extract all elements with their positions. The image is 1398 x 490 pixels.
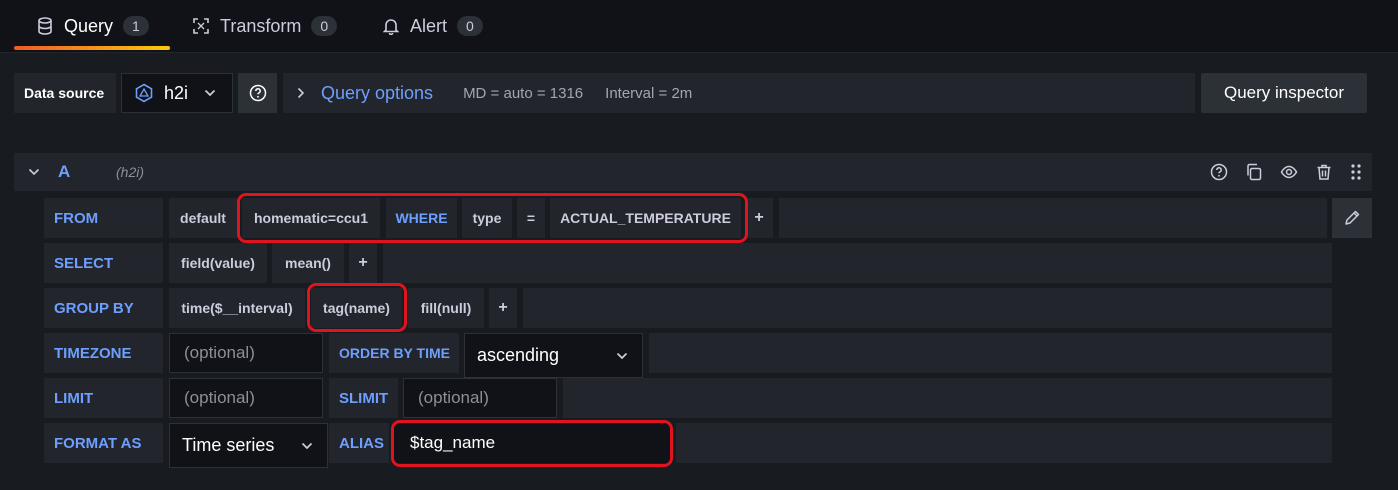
select-row-filler bbox=[383, 243, 1332, 283]
timezone-input[interactable] bbox=[169, 333, 323, 373]
query-datasource-name: (h2i) bbox=[116, 164, 145, 180]
query-inspector-label: Query inspector bbox=[1224, 83, 1344, 102]
query-ref-id[interactable]: A bbox=[58, 162, 116, 182]
format-row-filler bbox=[676, 423, 1332, 463]
order-by-time-label: ORDER BY TIME bbox=[329, 333, 459, 373]
from-row-filler bbox=[779, 198, 1327, 238]
slimit-input[interactable] bbox=[403, 378, 557, 418]
timezone-row-filler bbox=[649, 333, 1332, 373]
highlight-from-where bbox=[237, 193, 748, 243]
select-label: SELECT bbox=[44, 243, 163, 283]
collapse-chevron-icon[interactable] bbox=[28, 168, 40, 176]
transform-icon bbox=[192, 17, 210, 35]
query-inspector-button[interactable]: Query inspector bbox=[1201, 73, 1367, 113]
limit-label: LIMIT bbox=[44, 378, 163, 418]
group-time-segment[interactable]: time($__interval) bbox=[169, 288, 305, 328]
tab-label: Transform bbox=[220, 15, 302, 36]
add-select-button[interactable]: + bbox=[349, 243, 377, 283]
database-icon bbox=[36, 17, 54, 35]
tab-label: Query bbox=[64, 15, 114, 36]
pencil-icon bbox=[1343, 209, 1361, 227]
add-group-by-button[interactable]: + bbox=[489, 288, 517, 328]
fill-segment[interactable]: fill(null) bbox=[408, 288, 484, 328]
field-segment[interactable]: field(value) bbox=[169, 243, 267, 283]
tab-transform[interactable]: Transform 0 bbox=[192, 0, 338, 52]
tab-alert[interactable]: Alert 0 bbox=[382, 0, 483, 52]
datasource-label: Data source bbox=[14, 73, 116, 113]
drag-handle-icon[interactable] bbox=[1350, 163, 1362, 181]
interval-info: Interval = 2m bbox=[605, 84, 693, 102]
tab-count-badge: 0 bbox=[311, 16, 338, 36]
active-tab-indicator bbox=[14, 46, 170, 50]
group-by-label: GROUP BY bbox=[44, 288, 163, 328]
query-actions bbox=[1210, 163, 1362, 181]
chevron-down-icon bbox=[616, 352, 628, 360]
add-where-button[interactable]: + bbox=[745, 198, 773, 238]
datasource-name: h2i bbox=[164, 82, 189, 103]
limit-row-filler bbox=[563, 378, 1332, 418]
highlight-alias bbox=[391, 420, 673, 467]
duplicate-icon[interactable] bbox=[1245, 163, 1263, 181]
help-icon[interactable] bbox=[1210, 163, 1228, 181]
chevron-right-icon bbox=[297, 87, 305, 99]
query-header: A (h2i) bbox=[14, 153, 1372, 191]
chevron-down-icon bbox=[301, 442, 313, 450]
eye-icon[interactable] bbox=[1280, 163, 1298, 181]
query-options-link[interactable]: Query options bbox=[321, 83, 433, 104]
bell-icon bbox=[382, 17, 400, 35]
limit-input[interactable] bbox=[169, 378, 323, 418]
from-label: FROM bbox=[44, 198, 163, 238]
datasource-picker[interactable]: h2i bbox=[121, 73, 233, 113]
datasource-help-button[interactable] bbox=[238, 73, 277, 113]
tab-count-badge: 0 bbox=[457, 16, 483, 36]
aggregate-fn-segment[interactable]: mean() bbox=[272, 243, 344, 283]
highlight-group-tag bbox=[307, 283, 407, 332]
format-as-label: FORMAT AS bbox=[44, 423, 163, 463]
max-data-points-info: MD = auto = 1316 bbox=[463, 84, 584, 102]
trash-icon[interactable] bbox=[1315, 163, 1333, 181]
format-as-select[interactable]: Time series bbox=[169, 423, 328, 468]
query-options-bar[interactable]: Query options MD = auto = 1316 Interval … bbox=[283, 73, 1195, 113]
timezone-label: TIMEZONE bbox=[44, 333, 163, 373]
alias-label: ALIAS bbox=[329, 423, 389, 463]
edit-query-mode-button[interactable] bbox=[1332, 198, 1372, 238]
order-by-time-value: ascending bbox=[477, 345, 560, 365]
chevron-down-icon bbox=[204, 89, 216, 97]
format-as-value: Time series bbox=[182, 435, 275, 455]
retention-policy-segment[interactable]: default bbox=[169, 198, 237, 238]
query-editor-panel: Data source h2i Query options MD = auto … bbox=[0, 53, 1398, 490]
order-by-time-select[interactable]: ascending bbox=[464, 333, 643, 378]
help-icon bbox=[249, 84, 267, 102]
tab-count-badge: 1 bbox=[123, 16, 149, 36]
slimit-label: SLIMIT bbox=[329, 378, 398, 418]
tab-query[interactable]: Query 1 bbox=[36, 0, 149, 52]
datasource-icon bbox=[134, 83, 154, 103]
tab-label: Alert bbox=[410, 15, 448, 36]
group-by-row-filler bbox=[523, 288, 1332, 328]
